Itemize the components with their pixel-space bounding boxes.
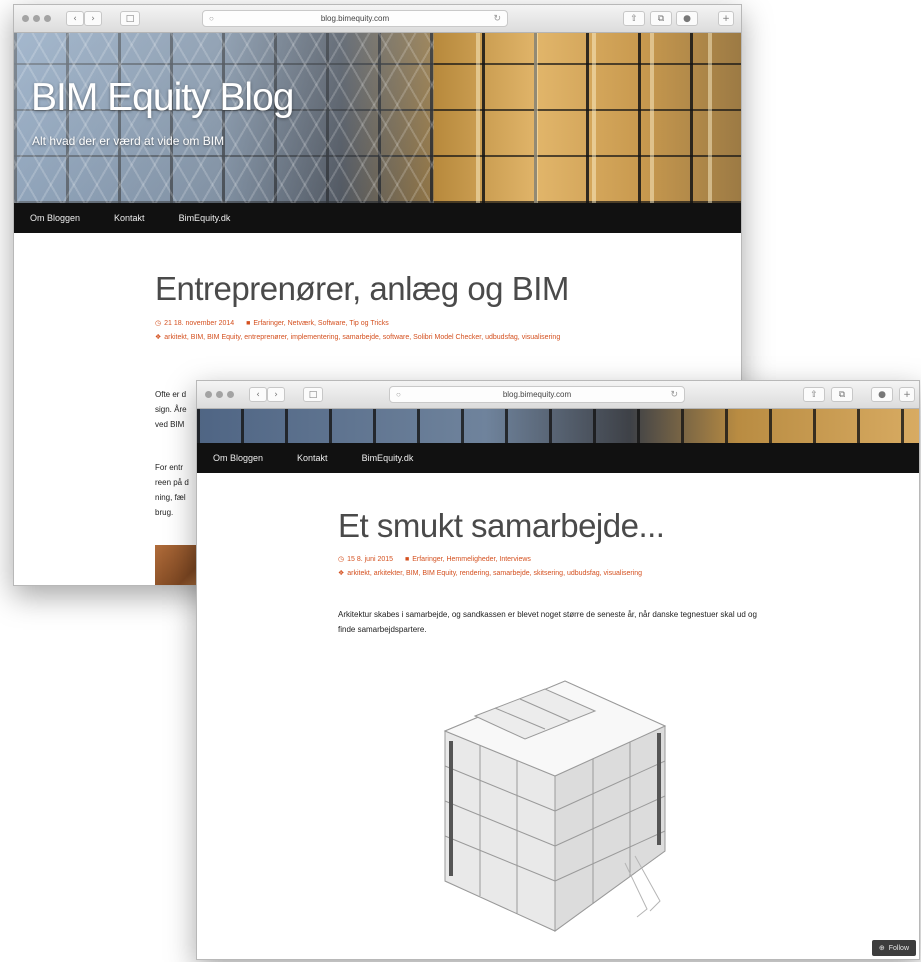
nav-item-om-bloggen[interactable]: Om Bloggen [30,213,80,223]
address-bar[interactable]: ○ blog.bimequity.com ↻ [389,386,685,403]
follow-button[interactable]: ⊕ Follow [871,940,916,956]
site-title[interactable]: BIM Equity Blog [31,76,294,120]
lock-icon: ○ [396,390,401,399]
forward-icon[interactable]: › [84,11,102,26]
tabs-icon[interactable]: ⧉ [831,387,853,402]
sidebar-icon[interactable]: □ [120,11,140,26]
main-nav: Om Bloggen Kontakt BimEquity.dk [197,443,919,473]
extension-icon[interactable]: ● [871,387,893,402]
post-categories[interactable]: Erfaringer, Netværk, Software, Tip og Tr… [246,320,389,327]
lock-icon: ○ [209,14,214,23]
url-text: blog.bimequity.com [502,390,572,399]
post-title[interactable]: Et smukt samarbejde... [338,507,665,545]
browser-toolbar: ‹ › □ ○ blog.bimequity.com ↻ ⇧ ⧉ ● + [197,381,919,409]
bim-building-model-image [443,680,667,932]
reload-icon[interactable]: ↻ [670,389,678,400]
post-title[interactable]: Entreprenører, anlæg og BIM [155,270,569,308]
address-bar[interactable]: ○ blog.bimequity.com ↻ [202,10,508,27]
window-controls[interactable] [22,15,51,22]
post-meta: 21 18. november 2014 Erfaringer, Netværk… [155,317,625,345]
post-tags[interactable]: arkitekt, BIM, BIM Equity, entreprenører… [155,334,560,341]
back-icon[interactable]: ‹ [249,387,267,402]
follow-icon: ⊕ [878,945,885,952]
new-tab-icon[interactable]: + [718,11,734,26]
post-date[interactable]: 21 18. november 2014 [155,320,234,327]
nav-item-bimequity[interactable]: BimEquity.dk [362,453,414,463]
post-categories[interactable]: Erfaringer, Hemmeligheder, Interviews [405,556,531,563]
reload-icon[interactable]: ↻ [493,13,501,24]
header-image: BIM Equity Blog Alt hvad der er værd at … [14,33,741,203]
main-nav: Om Bloggen Kontakt BimEquity.dk [14,203,741,233]
tabs-icon[interactable]: ⧉ [650,11,672,26]
share-icon[interactable]: ⇧ [803,387,825,402]
nav-item-kontakt[interactable]: Kontakt [297,453,328,463]
back-icon[interactable]: ‹ [66,11,84,26]
post-paragraph: Arkitektur skabes i samarbejde, og sandk… [338,610,757,634]
post-tags[interactable]: arkitekt, arkitekter, BIM, BIM Equity, r… [338,570,642,577]
extension-icon[interactable]: ● [676,11,698,26]
share-icon[interactable]: ⇧ [623,11,645,26]
nav-item-bimequity[interactable]: BimEquity.dk [179,213,231,223]
post-date[interactable]: 15 8. juni 2015 [338,556,393,563]
window-controls[interactable] [205,391,234,398]
url-text: blog.bimequity.com [320,14,390,23]
nav-item-kontakt[interactable]: Kontakt [114,213,145,223]
forward-icon[interactable]: › [267,387,285,402]
new-tab-icon[interactable]: + [899,387,915,402]
site-tagline: Alt hvad der er værd at vide om BIM [32,134,225,148]
browser-window-front: ‹ › □ ○ blog.bimequity.com ↻ ⇧ ⧉ ● + Om … [196,380,920,960]
nav-item-om-bloggen[interactable]: Om Bloggen [213,453,263,463]
header-image [197,409,919,443]
post-meta: 15 8. juni 2015 Erfaringer, Hemmelighede… [338,553,768,581]
sidebar-icon[interactable]: □ [303,387,323,402]
browser-toolbar: ‹ › □ ○ blog.bimequity.com ↻ ⇧ ⧉ ● + [14,5,741,33]
